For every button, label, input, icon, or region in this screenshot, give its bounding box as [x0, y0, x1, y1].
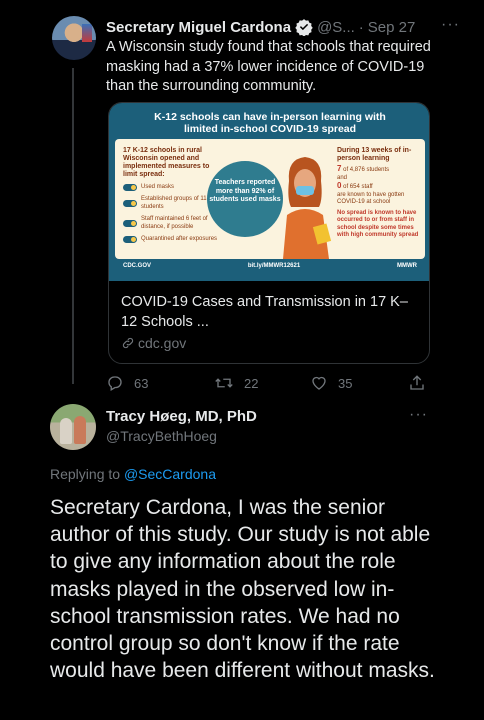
infographic-footer: CDC.GOV bit.ly/MMWR12621 MMWR [115, 259, 425, 273]
measure-item: Staff maintained 6 feet of distance, if … [123, 215, 219, 231]
toggle-icon [123, 219, 137, 227]
outcomes-column: During 13 weeks of in-person learning 7 … [337, 147, 421, 240]
measures-column: 17 K-12 schools in rural Wisconsin opene… [123, 147, 219, 247]
measures-heading: 17 K-12 schools in rural Wisconsin opene… [123, 147, 210, 178]
tweet-text: Secretary Cardona, I was the senior auth… [50, 496, 435, 683]
teacher-stat-bubble: Teachers reported more than 92% of stude… [207, 161, 283, 237]
students-label: of 4,876 students [343, 167, 390, 173]
measure-label: Used masks [141, 184, 175, 190]
infographic-title-line2: limited in-school COVID-19 spread [183, 123, 357, 135]
infographic-title-line1: K-12 schools can have in-person learning… [154, 111, 386, 123]
link-preview-card[interactable]: K-12 schools can have in-person learning… [108, 102, 430, 364]
reply-icon [108, 376, 122, 391]
teacher-illustration-icon [283, 157, 332, 259]
measure-label: Staff maintained 6 feet of distance, if … [141, 216, 208, 230]
staff-stat: 0 of 654 staff [337, 182, 421, 192]
like-button[interactable]: 35 [310, 374, 352, 392]
students-number: 7 [337, 164, 342, 173]
outcomes-heading: During 13 weeks of in-person learning [337, 147, 412, 162]
author-handle[interactable]: @S... [317, 19, 355, 36]
avatar-figure [60, 418, 72, 444]
verified-badge-icon [295, 18, 313, 37]
mention-link[interactable]: @SecCardona [124, 466, 216, 482]
retweet-icon [215, 378, 233, 388]
author-name[interactable]: Secretary Miguel Cardona [106, 19, 291, 36]
share-button[interactable] [408, 374, 436, 392]
measure-item: Used masks [123, 183, 219, 191]
share-icon [410, 375, 424, 390]
author-name[interactable]: Tracy Høeg, MD, PhD [106, 408, 257, 425]
card-domain-text: cdc.gov [138, 335, 187, 351]
avatar-hoeg[interactable] [50, 404, 96, 450]
infographic-image: K-12 schools can have in-person learning… [109, 103, 429, 281]
like-icon [312, 376, 326, 390]
and-text: and [337, 174, 348, 181]
students-stat: 7 of 4,876 students [337, 165, 421, 175]
more-icon[interactable]: ··· [409, 406, 428, 424]
avatar-figure [74, 416, 86, 444]
flag-graphic [82, 24, 92, 42]
infected-text: are known to have gotten COVID-19 at sch… [337, 191, 405, 206]
tweet-actions: 63 22 35 [106, 374, 478, 394]
toggle-icon [123, 199, 137, 207]
toggle-icon [123, 183, 137, 191]
replying-prefix: Replying to [50, 466, 124, 482]
measure-item: Quarantined after exposures [123, 235, 219, 243]
tweet-text: A Wisconsin study found that schools tha… [106, 39, 431, 94]
reply-count: 63 [134, 375, 149, 391]
avatar-cardona[interactable] [52, 16, 96, 60]
author-handle[interactable]: @TracyBethHoeg [106, 428, 217, 444]
tweet-header: Secretary Miguel Cardona @S... · Sep 27 … [106, 16, 470, 38]
retweet-count: 22 [244, 375, 259, 391]
separator-dot: · [358, 18, 364, 36]
footer-source: CDC.GOV [123, 263, 152, 269]
toggle-icon [123, 235, 137, 243]
measure-label: Quarantined after exposures [141, 236, 218, 242]
footer-url: bit.ly/MMWR12621 [247, 263, 301, 269]
retweet-button[interactable]: 22 [214, 374, 258, 392]
more-icon[interactable]: ··· [441, 16, 460, 34]
staff-label: of 654 staff [343, 184, 373, 190]
reply-button[interactable]: 63 [106, 374, 148, 392]
measure-item: Established groups of 11-20 students [123, 195, 219, 211]
spread-text: No spread is known to have occurred to o… [337, 209, 419, 239]
infographic-title: K-12 schools can have in-person learning… [109, 111, 429, 135]
tweet-date[interactable]: Sep 27 [368, 19, 416, 36]
footer-logo: MMWR [397, 263, 417, 269]
link-icon [122, 337, 134, 349]
card-title[interactable]: COVID-19 Cases and Transmission in 17 K–… [121, 293, 417, 332]
thread-connector-line [72, 68, 74, 384]
staff-number: 0 [337, 181, 342, 190]
like-count: 35 [338, 375, 353, 391]
infographic-panel: 17 K-12 schools in rural Wisconsin opene… [115, 139, 425, 259]
card-domain[interactable]: cdc.gov [121, 335, 186, 351]
replying-to: Replying to @SecCardona [50, 466, 216, 482]
